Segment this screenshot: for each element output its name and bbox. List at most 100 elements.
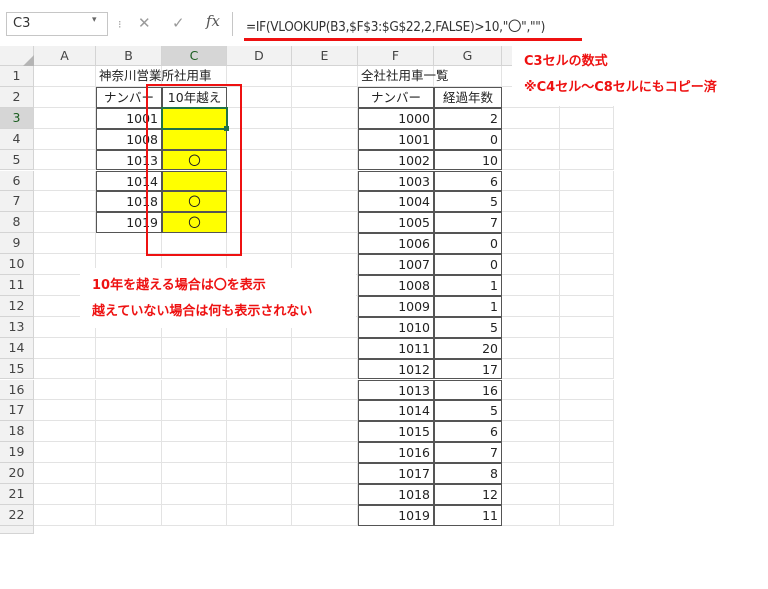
right-years-cell[interactable]: 5: [434, 316, 502, 338]
cancel-icon[interactable]: ✕: [138, 14, 151, 32]
column-header-c[interactable]: C: [162, 46, 227, 66]
cell[interactable]: [292, 484, 358, 505]
cell[interactable]: [560, 191, 614, 213]
cell[interactable]: [292, 463, 358, 484]
right-years-cell[interactable]: 0: [434, 128, 502, 150]
right-number-cell[interactable]: 1012: [358, 358, 434, 380]
right-number-cell[interactable]: 1001: [358, 128, 434, 150]
column-header-d[interactable]: D: [227, 46, 292, 66]
cell[interactable]: [292, 421, 358, 443]
cell[interactable]: [502, 504, 560, 526]
cell[interactable]: [292, 400, 358, 422]
cell[interactable]: [560, 316, 614, 338]
cell[interactable]: [34, 337, 96, 359]
row-header-12[interactable]: 12: [0, 295, 34, 317]
right-years-cell[interactable]: 6: [434, 170, 502, 192]
cell[interactable]: [292, 379, 358, 401]
cell[interactable]: [560, 254, 614, 275]
right-number-cell[interactable]: 1004: [358, 191, 434, 213]
row-header-17[interactable]: 17: [0, 400, 34, 422]
column-header-a[interactable]: A: [34, 46, 96, 66]
cell[interactable]: [292, 191, 358, 213]
cell[interactable]: [560, 275, 614, 296]
cell[interactable]: [34, 212, 96, 234]
cell[interactable]: [227, 358, 292, 380]
cell[interactable]: [502, 337, 560, 359]
cell[interactable]: [292, 212, 358, 234]
right-number-cell[interactable]: 1017: [358, 463, 434, 484]
right-number-cell[interactable]: 1015: [358, 421, 434, 443]
right-years-cell[interactable]: 6: [434, 421, 502, 443]
right-number-cell[interactable]: 1007: [358, 254, 434, 275]
row-header-11[interactable]: 11: [0, 275, 34, 296]
cell[interactable]: [502, 212, 560, 234]
cell[interactable]: [292, 358, 358, 380]
row-header-13[interactable]: 13: [0, 316, 34, 338]
right-number-cell[interactable]: 1011: [358, 337, 434, 359]
cell[interactable]: [560, 504, 614, 526]
cell[interactable]: [560, 400, 614, 422]
insert-function-icon[interactable]: fx: [206, 12, 220, 30]
cell[interactable]: [292, 128, 358, 150]
cell[interactable]: [34, 504, 96, 526]
right-number-cell[interactable]: 1013: [358, 379, 434, 401]
cell[interactable]: [292, 107, 358, 129]
right-number-cell[interactable]: 1014: [358, 400, 434, 422]
cell[interactable]: [502, 379, 560, 401]
row-header-20[interactable]: 20: [0, 463, 34, 484]
cell[interactable]: [560, 379, 614, 401]
cell[interactable]: [34, 421, 96, 443]
cell[interactable]: [227, 484, 292, 505]
cell[interactable]: [227, 400, 292, 422]
row-header-15[interactable]: 15: [0, 358, 34, 380]
right-years-cell[interactable]: 17: [434, 358, 502, 380]
cell[interactable]: [34, 233, 96, 255]
cell[interactable]: [560, 212, 614, 234]
cell[interactable]: [34, 66, 96, 87]
row-header-2[interactable]: 2: [0, 86, 34, 108]
cell[interactable]: [96, 484, 162, 505]
right-number-cell[interactable]: 1000: [358, 107, 434, 129]
cell[interactable]: [96, 337, 162, 359]
cell[interactable]: [292, 442, 358, 464]
cell[interactable]: [227, 421, 292, 443]
right-number-cell[interactable]: 1005: [358, 212, 434, 234]
cell[interactable]: [502, 442, 560, 464]
column-header-b[interactable]: B: [96, 46, 162, 66]
right-years-cell[interactable]: 7: [434, 212, 502, 234]
cell[interactable]: [502, 233, 560, 255]
cell[interactable]: [292, 66, 358, 87]
cell[interactable]: [34, 442, 96, 464]
cell[interactable]: [96, 421, 162, 443]
cell[interactable]: [560, 442, 614, 464]
cell[interactable]: [502, 149, 560, 171]
right-years-cell[interactable]: 10: [434, 149, 502, 171]
cell[interactable]: [560, 107, 614, 129]
cell[interactable]: [502, 463, 560, 484]
cell[interactable]: [34, 149, 96, 171]
right-number-cell[interactable]: 1002: [358, 149, 434, 171]
cell[interactable]: [560, 358, 614, 380]
cell[interactable]: [227, 463, 292, 484]
right-years-cell[interactable]: 12: [434, 484, 502, 505]
right-number-cell[interactable]: 1010: [358, 316, 434, 338]
cell[interactable]: [292, 149, 358, 171]
right-number-cell[interactable]: 1009: [358, 295, 434, 317]
column-header-f[interactable]: F: [358, 46, 434, 66]
cell[interactable]: [34, 128, 96, 150]
cell[interactable]: [560, 295, 614, 317]
cell[interactable]: [34, 379, 96, 401]
right-years-cell[interactable]: 20: [434, 337, 502, 359]
right-years-cell[interactable]: 1: [434, 275, 502, 296]
row-header-4[interactable]: 4: [0, 128, 34, 150]
cell[interactable]: [227, 379, 292, 401]
row-header-9[interactable]: 9: [0, 233, 34, 255]
cell[interactable]: [227, 504, 292, 526]
cell[interactable]: [96, 358, 162, 380]
cell[interactable]: [560, 337, 614, 359]
right-years-cell[interactable]: 2: [434, 107, 502, 129]
row-header-19[interactable]: 19: [0, 442, 34, 464]
right-years-cell[interactable]: 11: [434, 504, 502, 526]
cell[interactable]: [162, 504, 227, 526]
row-header-3[interactable]: 3: [0, 107, 34, 129]
